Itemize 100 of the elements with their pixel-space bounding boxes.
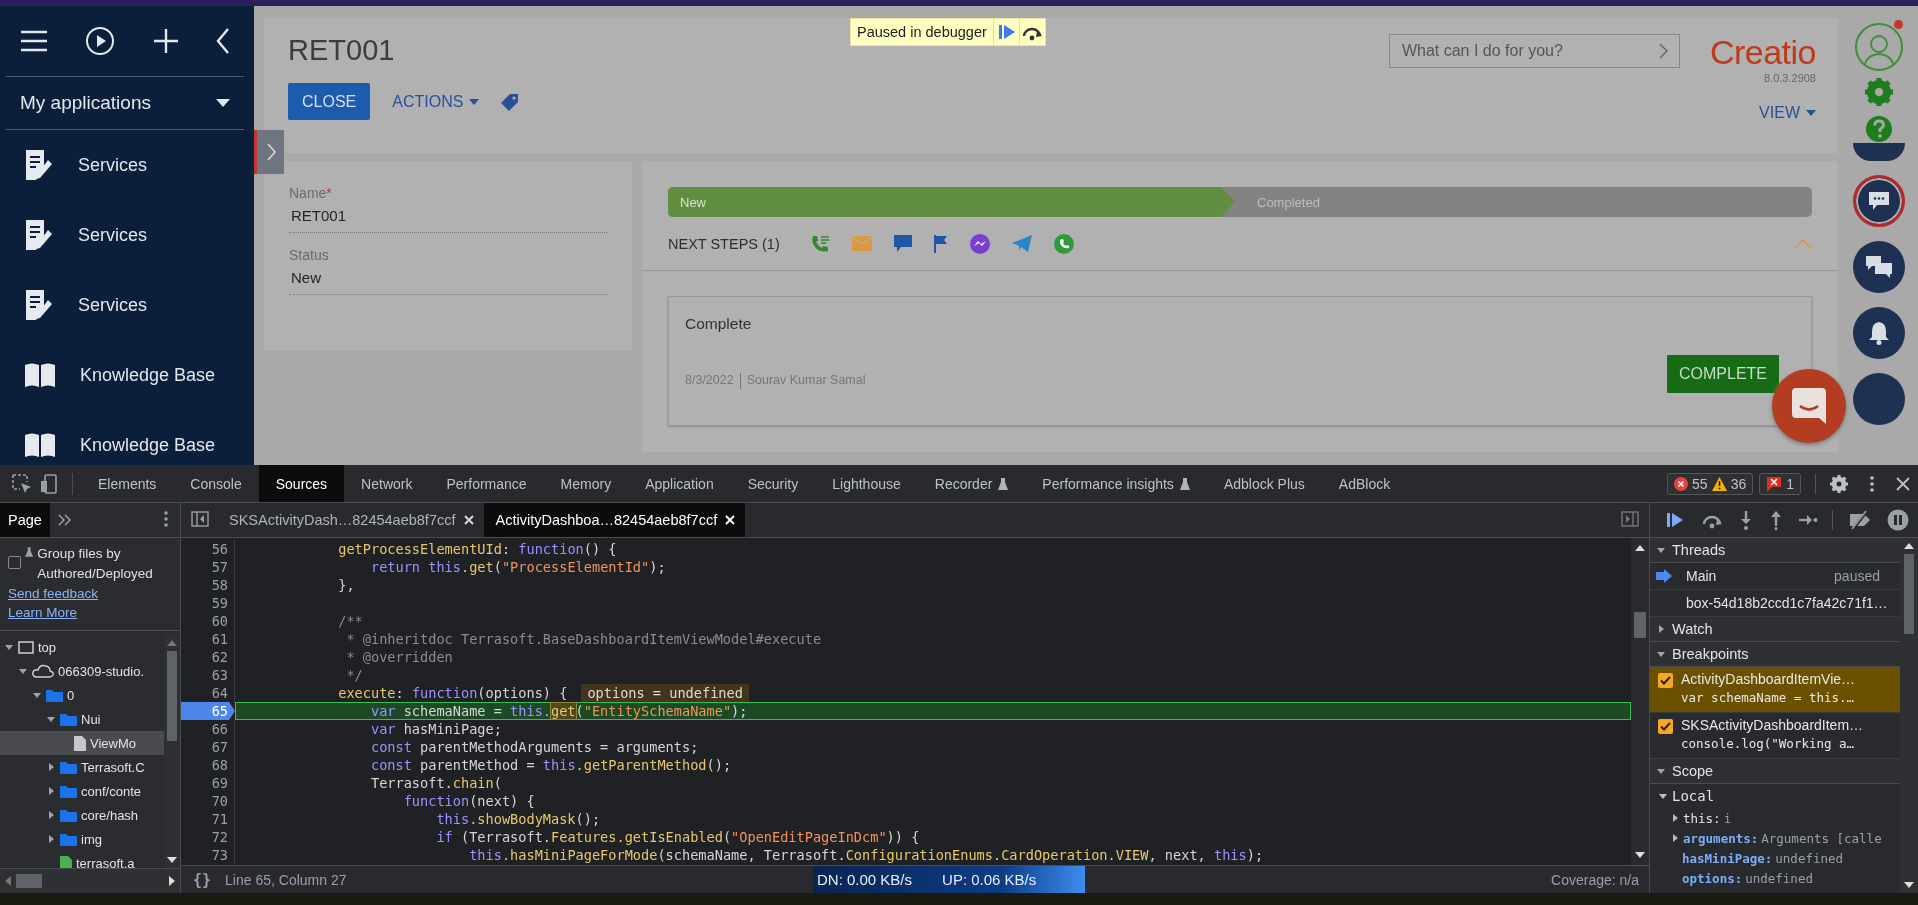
step-out-icon[interactable] — [1768, 510, 1784, 530]
page-tab[interactable]: Page — [0, 503, 50, 537]
flag-icon[interactable] — [933, 234, 948, 253]
error-warning-counter[interactable]: 55 36 — [1667, 472, 1754, 495]
scope-variable[interactable]: options: undefined — [1650, 868, 1900, 888]
line-number[interactable]: 73 — [181, 846, 235, 864]
devtools-tab[interactable]: Sources — [258, 465, 345, 502]
tree-item[interactable]: 0 — [0, 683, 164, 707]
close-icon[interactable] — [1896, 476, 1910, 491]
devtools-tab[interactable]: Adblock Plus — [1206, 465, 1322, 502]
devtools-tab[interactable]: Recorder — [917, 465, 1026, 502]
tree-item[interactable]: Nui — [0, 707, 164, 731]
tree-item[interactable]: conf/conte — [0, 779, 164, 803]
menu-icon[interactable] — [20, 30, 48, 52]
scroll-thumb[interactable] — [16, 874, 42, 888]
scope-group[interactable]: Local — [1650, 784, 1900, 808]
line-number[interactable]: 68 — [181, 756, 235, 774]
rail-button[interactable] — [1853, 373, 1905, 425]
checkbox[interactable] — [1658, 719, 1673, 734]
scroll-up-icon[interactable] — [1904, 542, 1914, 550]
actions-dropdown[interactable]: ACTIONS — [392, 92, 480, 111]
devtools-tab[interactable]: Console — [173, 465, 259, 502]
devtools-tab[interactable]: Performance insights — [1025, 465, 1207, 502]
devtools-tab[interactable]: Performance — [429, 465, 544, 502]
chevron-left-icon[interactable] — [216, 27, 230, 55]
code-editor[interactable] — [181, 538, 1649, 865]
sidebar-item[interactable]: Services — [0, 130, 254, 200]
scope-variable[interactable]: this: i — [1650, 808, 1900, 828]
rail-button[interactable] — [1853, 143, 1905, 161]
scope-variable[interactable]: arguments: Arguments [calle — [1650, 828, 1900, 848]
sidebar-item[interactable]: Services — [0, 200, 254, 270]
collapsed-arrow-icon[interactable] — [46, 810, 56, 820]
line-number[interactable]: 61 — [181, 630, 235, 648]
scope-variable[interactable]: hasMiniPage: undefined — [1650, 848, 1900, 868]
scroll-thumb[interactable] — [1904, 554, 1914, 634]
line-number[interactable]: 69 — [181, 774, 235, 792]
link[interactable]: Learn More — [0, 603, 180, 622]
tree-item[interactable]: terrasoft.a — [0, 851, 164, 868]
chat-bubble-icon[interactable] — [893, 235, 912, 252]
line-number[interactable]: 63 — [181, 666, 235, 684]
tree-item[interactable]: top — [0, 635, 164, 659]
checkbox[interactable] — [8, 556, 21, 569]
inspect-icon[interactable] — [12, 473, 32, 494]
line-number[interactable]: 70 — [181, 792, 235, 810]
expand-panel-button[interactable] — [254, 130, 284, 174]
scroll-right-icon[interactable] — [168, 876, 176, 886]
chat-button[interactable] — [1853, 175, 1905, 227]
devtools-tab[interactable]: Application — [628, 465, 731, 502]
close-button[interactable]: CLOSE — [288, 83, 371, 120]
field-value[interactable]: RET001 — [289, 207, 607, 233]
more-tabs-icon[interactable] — [57, 514, 72, 526]
line-number[interactable]: 56 — [181, 540, 235, 558]
notifications-button[interactable] — [1853, 307, 1905, 359]
toggle-navigator-icon[interactable] — [191, 510, 209, 527]
sidebar-item[interactable]: Services — [0, 270, 254, 340]
expanded-arrow-icon[interactable] — [18, 666, 28, 676]
line-number[interactable]: 71 — [181, 810, 235, 828]
more-options-icon[interactable] — [164, 510, 168, 527]
plus-icon[interactable] — [152, 28, 179, 54]
devtools-tab[interactable]: Security — [730, 465, 816, 502]
tag-icon[interactable] — [501, 92, 520, 111]
collapsed-arrow-icon[interactable] — [46, 834, 56, 844]
messenger-icon[interactable] — [969, 233, 990, 254]
step-icon[interactable] — [1798, 514, 1818, 526]
section-header[interactable]: Breakpoints — [1650, 642, 1900, 667]
expanded-arrow-icon[interactable] — [32, 690, 42, 700]
scroll-down-icon[interactable] — [1635, 851, 1645, 859]
scrollbar[interactable] — [1900, 538, 1918, 893]
view-dropdown[interactable]: VIEW — [1759, 104, 1816, 122]
field-value[interactable]: New — [289, 269, 607, 295]
search-field[interactable]: What can I do for you? — [1388, 34, 1680, 68]
sidebar-item[interactable]: Knowledge Base — [0, 340, 254, 410]
devtools-tab[interactable]: Elements — [81, 465, 174, 502]
pause-icon[interactable] — [1887, 509, 1909, 531]
section-header[interactable]: Watch — [1650, 617, 1900, 642]
deactivate-breakpoints-icon[interactable] — [1847, 510, 1873, 530]
tree-item[interactable]: ViewMo — [0, 731, 164, 755]
scroll-down-icon[interactable] — [167, 856, 177, 864]
line-number[interactable]: 66 — [181, 720, 235, 738]
section-header[interactable]: Threads — [1650, 538, 1900, 563]
line-number[interactable]: 62 — [181, 648, 235, 666]
breakpoint-item[interactable]: ActivityDashboardItemVie… var schemaName = this.… — [1650, 667, 1900, 713]
tree-item[interactable]: Terrasoft.C — [0, 755, 164, 779]
phone-bubble-icon[interactable] — [1053, 233, 1074, 254]
conversations-button[interactable] — [1853, 241, 1905, 293]
scroll-up-icon[interactable] — [1635, 544, 1645, 552]
scrollbar[interactable] — [1631, 538, 1649, 865]
horizontal-scrollbar[interactable] — [0, 868, 180, 893]
collapsed-arrow-icon[interactable] — [46, 786, 56, 796]
link[interactable]: Send feedback — [0, 584, 180, 603]
devtools-tab[interactable]: AdBlock — [1321, 465, 1408, 502]
scroll-down-icon[interactable] — [1904, 881, 1914, 889]
line-number[interactable]: 58 — [181, 576, 235, 594]
device-icon[interactable] — [40, 473, 60, 494]
thread-item[interactable]: Main paused — [1650, 563, 1900, 590]
toggle-debugger-icon[interactable] — [1621, 510, 1639, 527]
sidebar-item[interactable]: Knowledge Base — [0, 410, 254, 465]
issues-counter[interactable]: 1 — [1759, 472, 1801, 495]
scroll-thumb[interactable] — [1634, 612, 1646, 638]
expanded-arrow-icon[interactable] — [4, 642, 14, 652]
